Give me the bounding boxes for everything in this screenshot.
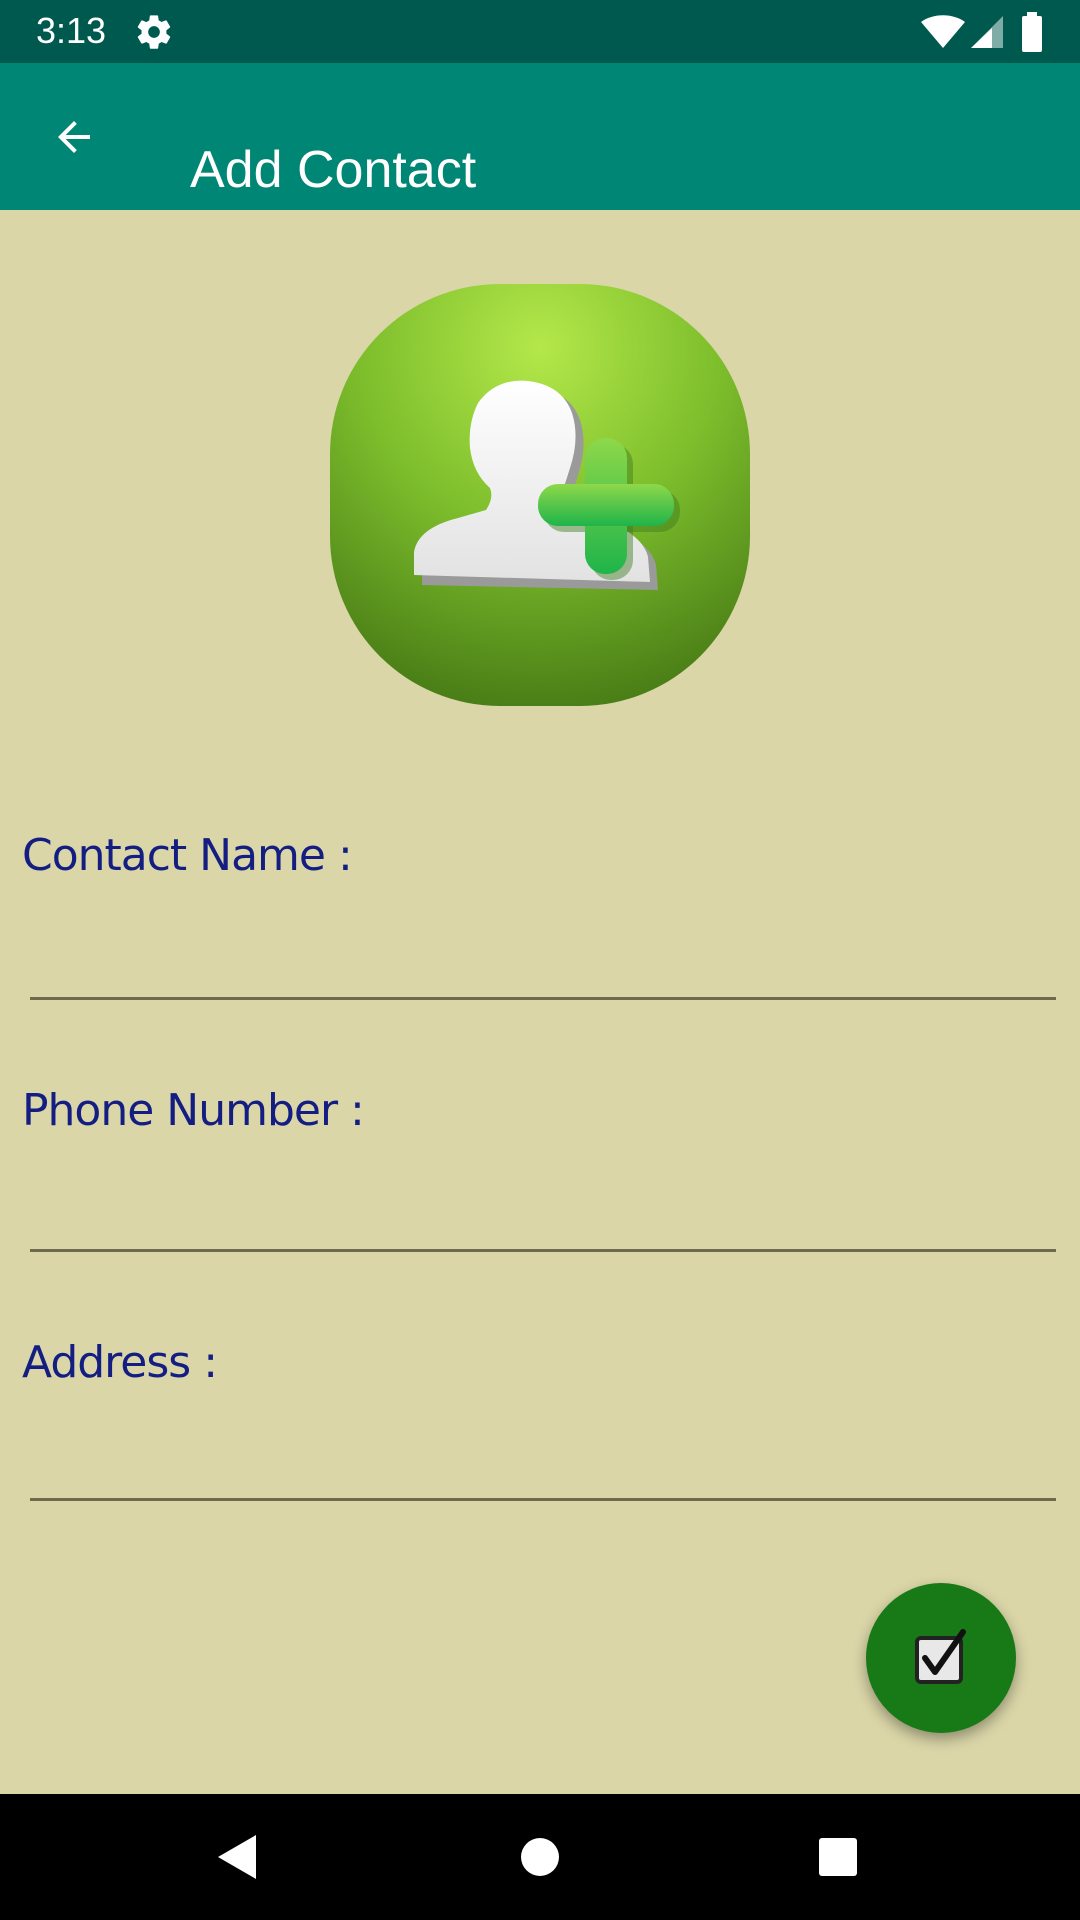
arrow-back-icon [58, 121, 90, 153]
battery-icon [1022, 12, 1042, 52]
home-circle-icon [521, 1838, 559, 1876]
navigation-bar [0, 1794, 1080, 1920]
contact-name-label: Contact Name : [22, 830, 353, 881]
address-input[interactable] [30, 1438, 1056, 1501]
phone-number-input[interactable] [30, 1189, 1056, 1252]
app-bar: Add Contact [0, 63, 1080, 210]
nav-back-button[interactable] [208, 1827, 268, 1887]
save-contact-button[interactable] [866, 1583, 1016, 1733]
back-triangle-icon [218, 1835, 256, 1879]
contact-name-input[interactable] [30, 937, 1056, 1000]
signal-icon [971, 16, 1003, 48]
gear-icon [137, 15, 171, 49]
page-title: Add Contact [190, 140, 477, 199]
phone-number-label: Phone Number : [22, 1085, 365, 1136]
address-label: Address : [22, 1337, 218, 1388]
add-contact-icon [330, 284, 750, 706]
nav-home-button[interactable] [510, 1827, 570, 1887]
nav-recents-button[interactable] [808, 1827, 868, 1887]
wifi-icon [921, 15, 965, 48]
checkbox-checked-icon [915, 1629, 966, 1684]
status-time: 3:13 [36, 10, 107, 51]
recents-square-icon [819, 1838, 857, 1876]
status-bar: 3:13 [0, 0, 1080, 63]
back-button[interactable] [30, 99, 118, 175]
